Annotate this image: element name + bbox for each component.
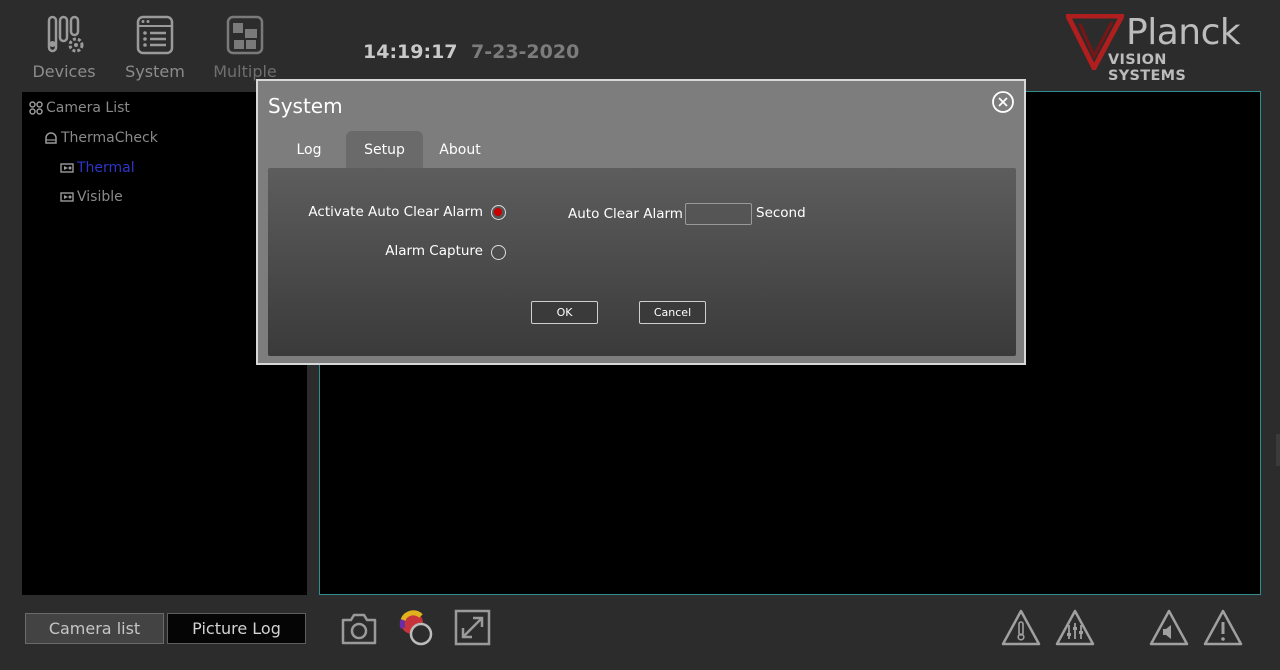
device-group-icon (45, 132, 57, 144)
tree-item-label: Visible (77, 189, 123, 205)
system-label: System (125, 62, 185, 81)
devices-label: Devices (32, 62, 96, 81)
cancel-button[interactable]: Cancel (639, 301, 706, 324)
picture-log-button[interactable]: Picture Log (167, 613, 306, 644)
settings-alarm-icon[interactable] (1054, 608, 1096, 648)
temperature-alarm-icon[interactable] (1000, 608, 1042, 648)
tree-item-label: Thermal (77, 160, 135, 176)
devices-button[interactable]: Devices (24, 14, 104, 81)
clock-date: 7-23-2020 (471, 41, 580, 63)
close-icon[interactable] (991, 90, 1015, 114)
activate-auto-clear-label: Activate Auto Clear Alarm (308, 204, 483, 220)
multiple-button[interactable]: Multiple (205, 14, 285, 81)
ok-button[interactable]: OK (531, 301, 598, 324)
tree-root-camera-list[interactable]: Camera List (29, 100, 130, 116)
devices-icon (47, 15, 84, 53)
tree-item-visible[interactable]: Visible (60, 189, 123, 205)
dialog-title: System (268, 94, 343, 118)
activate-auto-clear-radio[interactable] (491, 205, 506, 220)
clock-time: 14:19:17 (363, 41, 458, 63)
camera-channel-icon (60, 192, 74, 202)
warning-icon[interactable] (1202, 608, 1244, 648)
auto-clear-seconds-input[interactable] (685, 203, 752, 225)
setup-panel: Activate Auto Clear Alarm Alarm Capture … (268, 168, 1016, 356)
grid-icon (29, 101, 43, 115)
auto-clear-alarm-label: Auto Clear Alarm (568, 206, 683, 222)
tab-about[interactable]: About (428, 131, 492, 168)
planck-logo: Planck VISION SYSTEMS (1066, 12, 1246, 84)
tab-log[interactable]: Log (280, 131, 338, 168)
system-button[interactable]: System (115, 14, 195, 81)
tab-setup[interactable]: Setup (346, 131, 423, 168)
logo-tagline: VISION SYSTEMS (1108, 52, 1187, 84)
seconds-unit-label: Second (756, 205, 806, 221)
color-palette-icon[interactable] (397, 608, 437, 648)
tree-group-thermacheck[interactable]: ThermaCheck (44, 130, 158, 146)
system-dialog: System Log Setup About Activate Auto Cle… (256, 79, 1026, 365)
side-scroll-handle[interactable] (1276, 434, 1280, 466)
tree-item-thermal[interactable]: Thermal (60, 160, 135, 176)
alarm-capture-label: Alarm Capture (385, 243, 483, 259)
camera-list-button[interactable]: Camera list (25, 613, 164, 644)
tree-group-label: ThermaCheck (61, 130, 158, 146)
system-icon (136, 15, 174, 55)
camera-channel-icon (60, 163, 74, 173)
multiple-icon (226, 15, 264, 55)
logo-brand: Planck (1126, 12, 1241, 53)
tree-root-label: Camera List (46, 100, 130, 116)
alarm-capture-radio[interactable] (491, 245, 506, 260)
audio-alarm-icon[interactable] (1148, 608, 1190, 648)
fullscreen-icon[interactable] (454, 608, 492, 648)
camera-icon[interactable] (339, 608, 379, 648)
